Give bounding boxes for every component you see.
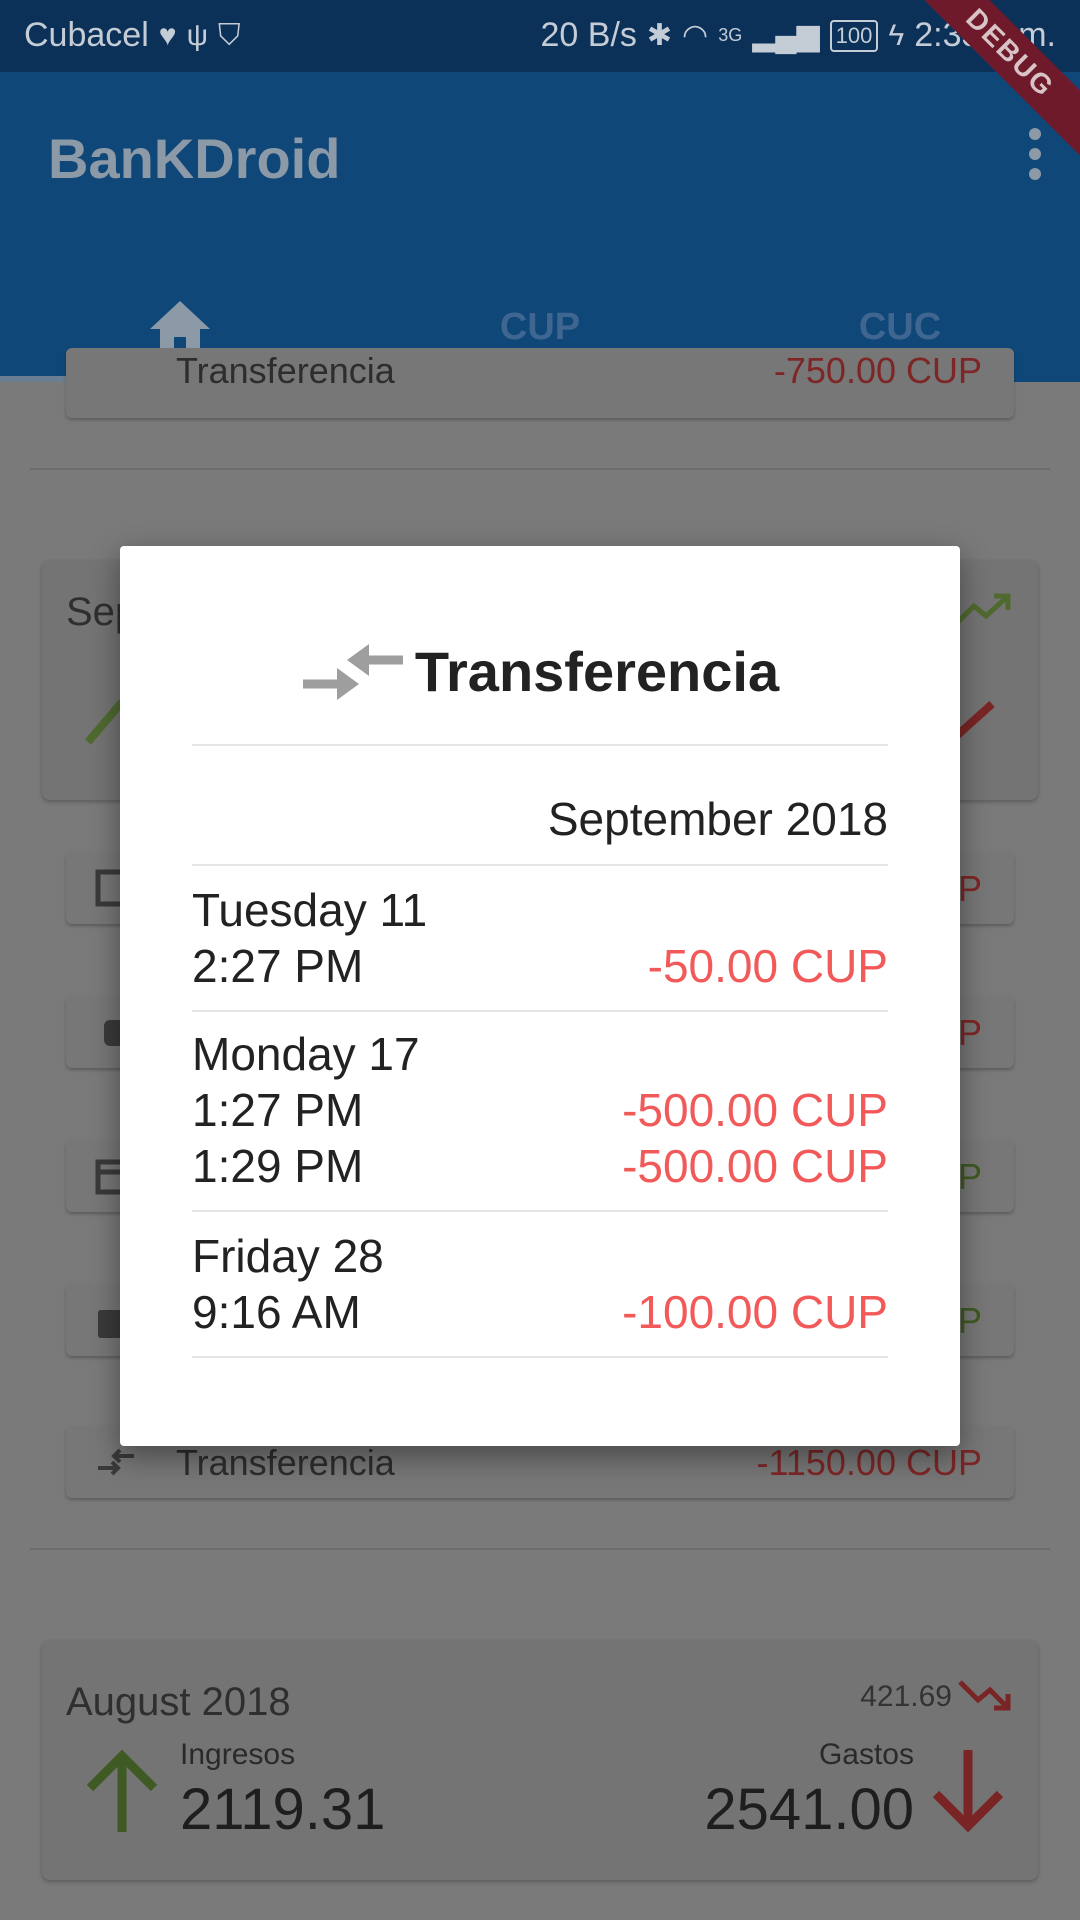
heart-icon: ♥ (158, 18, 177, 52)
divider (30, 468, 1050, 470)
list-item-value: P (957, 1300, 982, 1341)
transaction-amount: -50.00 CUP (647, 940, 888, 992)
transaction-time: 9:16 AM (192, 1286, 361, 1338)
list-item-value: -1150.00 CUP (756, 1442, 982, 1483)
transaction-amount: -100.00 CUP (622, 1286, 888, 1338)
list-item-value: P (957, 868, 982, 909)
shield-icon: ⛉ (217, 18, 241, 52)
list-item-label: Transferencia (176, 350, 395, 391)
transfer-icon (302, 644, 403, 700)
status-bar: Cubacel ♥ ψ ⛉ 20 B/s ✱ ◠ 3G ▂▄▆ 100 ϟ 2:… (0, 0, 1080, 72)
month-card-title: August 2018 (66, 1680, 291, 1724)
expense-value: 2541.00 (704, 1777, 914, 1842)
transaction-time: 1:29 PM (192, 1140, 364, 1192)
dialog-title: Transferencia (414, 640, 780, 703)
transaction-amount: -500.00 CUP (622, 1084, 888, 1136)
month-balance: 421.69 (860, 1680, 952, 1713)
network-type: 3G (718, 25, 743, 45)
transaction-time: 1:27 PM (192, 1084, 364, 1136)
home-icon (150, 301, 210, 353)
transaction-row[interactable]: 1:27 PM -500.00 CUP (192, 1082, 888, 1138)
day-group: Tuesday 11 2:27 PM -50.00 CUP (192, 882, 888, 1012)
day-label: Friday 28 (192, 1230, 384, 1282)
income-arrow-icon (86, 1749, 158, 1832)
list-item-value: P (957, 1156, 982, 1197)
list-item[interactable]: Transferencia -750.00 CUP (66, 348, 1014, 418)
divider (30, 1548, 1050, 1550)
month-header: September 2018 (192, 792, 888, 866)
day-group: Friday 28 9:16 AM -100.00 CUP (192, 1228, 888, 1358)
transaction-row[interactable]: 2:27 PM -50.00 CUP (192, 938, 888, 994)
dialog-header: Transferencia (192, 636, 888, 746)
transaction-amount: -500.00 CUP (622, 1140, 888, 1192)
carrier-label: Cubacel (24, 16, 149, 54)
list-item-label: Transferencia (176, 1442, 395, 1483)
signal-icon: ▂▄▆ (752, 19, 820, 52)
transactions-dialog: Transferencia September 2018 Tuesday 11 … (120, 546, 960, 1446)
charging-icon: ϟ (888, 18, 905, 52)
battery-level: 100 (829, 19, 879, 52)
day-label: Tuesday 11 (192, 884, 428, 936)
trend-up-icon (954, 593, 1011, 626)
transaction-time: 2:27 PM (192, 940, 364, 992)
list-item-value: P (957, 1012, 982, 1053)
month-card-august[interactable]: August 2018 421.69 Ingresos 2119.31 Gast… (42, 1640, 1038, 1880)
app-bar: BanKDroid CUP CUC (0, 72, 1080, 382)
day-group: Monday 17 1:27 PM -500.00 CUP 1:29 PM -5… (192, 1026, 888, 1212)
app-title: BanKDroid (48, 127, 341, 190)
trend-down-icon (958, 1680, 1011, 1711)
income-label: Ingresos (180, 1738, 296, 1771)
expense-label: Gastos (818, 1738, 914, 1771)
income-value: 2119.31 (180, 1777, 386, 1842)
network-speed: 20 B/s (540, 16, 637, 54)
transaction-row[interactable]: 9:16 AM -100.00 CUP (192, 1284, 888, 1340)
transaction-row[interactable]: 1:29 PM -500.00 CUP (192, 1138, 888, 1194)
bluetooth-icon: ✱ (646, 19, 673, 52)
list-item-value: -750.00 CUP (773, 350, 982, 391)
expense-arrow-icon (932, 1750, 1004, 1833)
usb-icon: ψ (186, 18, 208, 52)
wifi-icon: ◠ (682, 19, 709, 52)
transfer-icon (98, 1448, 134, 1476)
day-label: Monday 17 (192, 1028, 420, 1080)
overflow-menu-icon[interactable] (1020, 128, 1050, 188)
